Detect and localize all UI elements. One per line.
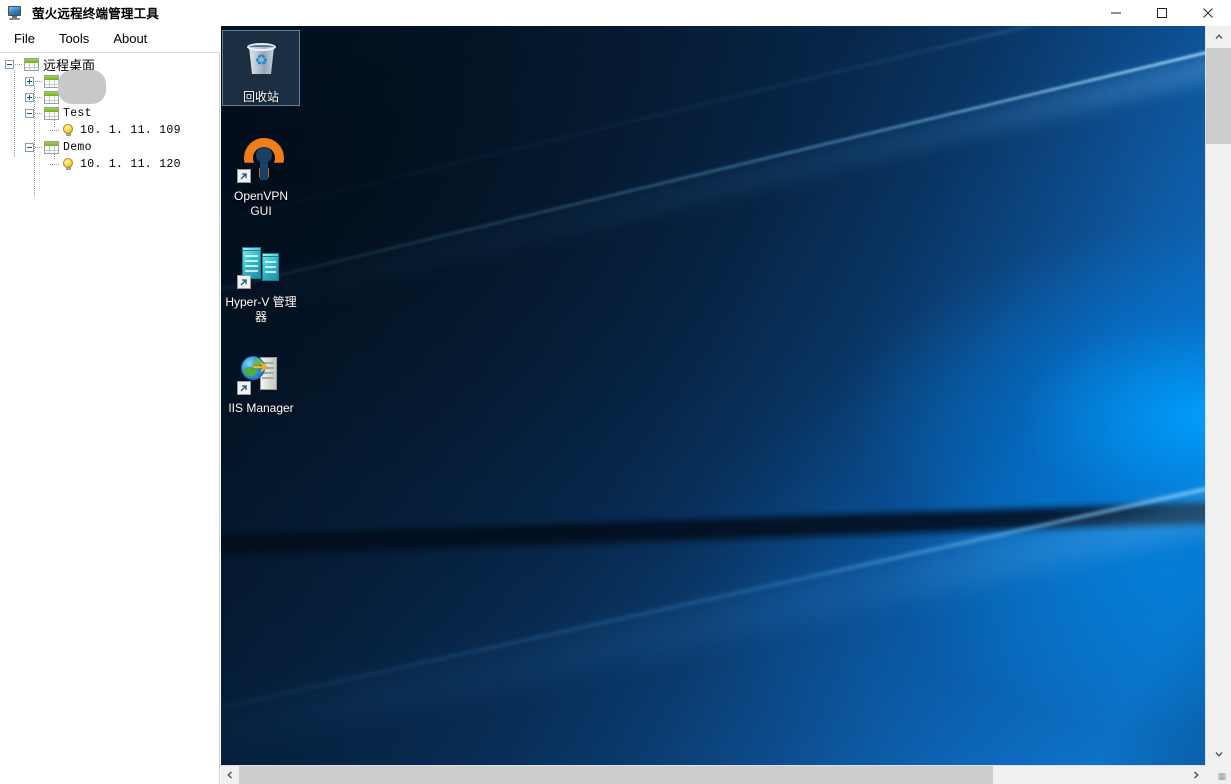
vertical-scroll-thumb[interactable] bbox=[1206, 48, 1231, 144]
close-button[interactable] bbox=[1185, 0, 1231, 25]
tree-node-redacted-2[interactable] bbox=[0, 89, 219, 105]
tree-node-redacted-1[interactable] bbox=[0, 73, 219, 89]
grid-folder-icon bbox=[44, 106, 59, 120]
menu-item-tools[interactable]: Tools bbox=[49, 28, 99, 49]
resize-grip-icon[interactable]: ▦ bbox=[1215, 769, 1229, 783]
tree-node-label: 10. 1. 11. 109 bbox=[80, 123, 181, 137]
scroll-up-button[interactable] bbox=[1206, 26, 1231, 48]
desktop-icon-label: OpenVPN GUI bbox=[233, 189, 289, 218]
menu-bar: File Tools About bbox=[0, 25, 220, 53]
expander-collapse-icon[interactable] bbox=[25, 142, 34, 152]
grid-folder-icon bbox=[44, 90, 59, 104]
monitor-icon bbox=[7, 5, 24, 21]
tree-connector bbox=[35, 112, 43, 114]
desktop-icon-label: Hyper-V 管理器 bbox=[225, 295, 297, 324]
title-bar: 萤火远程终端管理工具 bbox=[0, 0, 1231, 25]
desktop-icon-hyper-v-manager[interactable]: Hyper-V 管理器 bbox=[222, 236, 300, 328]
expander-collapse-icon[interactable] bbox=[25, 108, 34, 118]
tree-connector bbox=[35, 146, 43, 148]
application-window: 萤火远程终端管理工具 File Tools About 远程桌面 Test 10… bbox=[0, 0, 1231, 784]
tree-connector bbox=[15, 63, 23, 65]
tree-node-host-120[interactable]: 10. 1. 11. 120 bbox=[0, 155, 219, 173]
hyper-v-manager-icon bbox=[237, 242, 285, 290]
expander-expand-icon[interactable] bbox=[25, 92, 34, 102]
expander-collapse-icon[interactable] bbox=[5, 59, 14, 69]
tree-connector bbox=[35, 96, 43, 98]
vertical-scroll-track[interactable] bbox=[1206, 48, 1231, 743]
connection-tree: 远程桌面 Test 10. 1. 11. 109 Demo 10. 1. 11.… bbox=[0, 53, 219, 198]
grid-folder-icon bbox=[44, 74, 59, 88]
scroll-left-button[interactable] bbox=[221, 766, 239, 784]
vertical-scrollbar[interactable] bbox=[1205, 26, 1231, 765]
grid-folder-icon bbox=[24, 57, 39, 71]
desktop-icon-openvpn-gui[interactable]: OpenVPN GUI bbox=[222, 130, 300, 222]
recycle-bin-icon: ♻ bbox=[237, 37, 285, 85]
connection-tree-panel[interactable]: 远程桌面 Test 10. 1. 11. 109 Demo 10. 1. 11.… bbox=[0, 53, 220, 784]
menu-item-about[interactable]: About bbox=[103, 28, 157, 49]
iis-manager-icon: ➜ bbox=[237, 348, 285, 396]
shortcut-overlay-icon bbox=[237, 381, 251, 395]
scroll-right-button[interactable] bbox=[1187, 766, 1205, 784]
scroll-down-button[interactable] bbox=[1206, 743, 1231, 765]
tree-node-root[interactable]: 远程桌面 bbox=[0, 55, 219, 73]
redaction-overlay bbox=[58, 70, 106, 104]
window-controls bbox=[1093, 0, 1231, 25]
expander-expand-icon[interactable] bbox=[25, 76, 34, 86]
window-title: 萤火远程终端管理工具 bbox=[32, 7, 160, 21]
horizontal-scroll-track[interactable] bbox=[239, 766, 1187, 784]
lightbulb-icon bbox=[61, 157, 75, 171]
remote-desktop-view[interactable]: ♻ 回收站 OpenVPN GUI Hyper-V 管理器 ➜ IIS Mana… bbox=[221, 26, 1205, 765]
desktop-icon-label: IIS Manager bbox=[228, 401, 294, 415]
grid-folder-icon bbox=[44, 140, 59, 154]
tree-node-test[interactable]: Test bbox=[0, 105, 219, 121]
wallpaper-vignette bbox=[221, 26, 1205, 765]
horizontal-scrollbar[interactable] bbox=[221, 765, 1231, 784]
scrollbar-corner: ▦ bbox=[1205, 765, 1231, 784]
maximize-button[interactable] bbox=[1139, 0, 1185, 25]
horizontal-scroll-thumb[interactable] bbox=[239, 766, 993, 784]
menu-item-file[interactable]: File bbox=[4, 28, 45, 49]
tree-node-demo[interactable]: Demo bbox=[0, 139, 219, 155]
tree-connector bbox=[50, 163, 60, 165]
shortcut-overlay-icon bbox=[237, 275, 251, 289]
desktop-icon-recycle-bin[interactable]: ♻ 回收站 bbox=[222, 30, 300, 106]
tree-node-label: 10. 1. 11. 120 bbox=[80, 157, 181, 171]
tree-connector bbox=[50, 129, 60, 131]
desktop-icon-iis-manager[interactable]: ➜ IIS Manager bbox=[222, 342, 300, 420]
tree-connector bbox=[35, 80, 43, 82]
openvpn-gui-icon bbox=[237, 136, 285, 184]
tree-node-host-109[interactable]: 10. 1. 11. 109 bbox=[0, 121, 219, 139]
desktop-icon-label: 回收站 bbox=[242, 90, 279, 104]
minimize-button[interactable] bbox=[1093, 0, 1139, 25]
lightbulb-icon bbox=[61, 123, 75, 137]
tree-node-label: Demo bbox=[63, 140, 92, 154]
shortcut-overlay-icon bbox=[237, 169, 251, 183]
tree-node-label: Test bbox=[63, 106, 92, 120]
